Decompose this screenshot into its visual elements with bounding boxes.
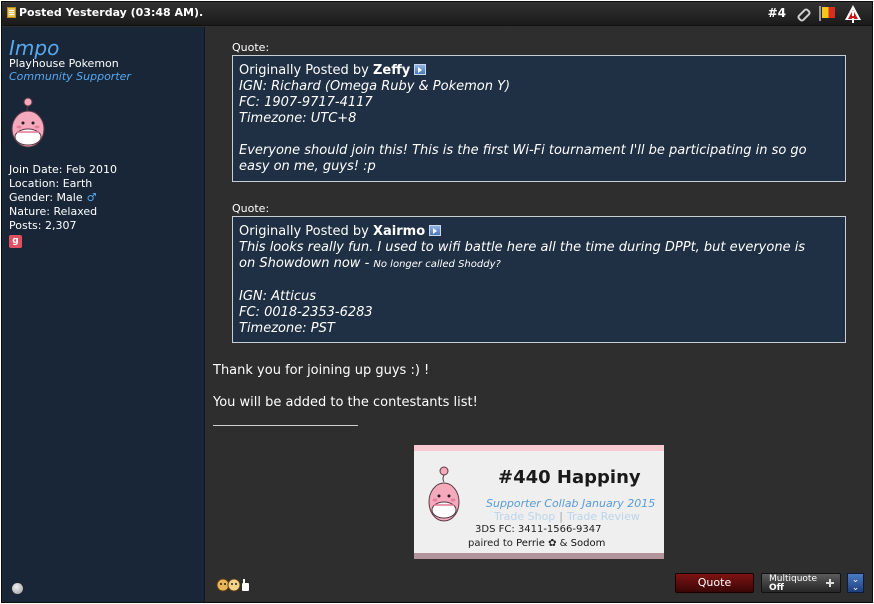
- quote-line-main: on Showdown now -: [239, 256, 374, 271]
- paired-amp: &: [559, 538, 568, 549]
- expand-glyph: ⌄: [851, 583, 860, 593]
- signature-title: #440 Happiny: [498, 467, 641, 488]
- male-icon: ♂: [86, 191, 97, 204]
- quote-line: easy on me, guys! :p: [239, 159, 376, 174]
- arrow-icon[interactable]: [429, 225, 442, 236]
- quote-label: Quote:: [232, 202, 270, 215]
- gplus-row: g: [9, 233, 117, 248]
- post-date: Posted Yesterday (03:48 AM).: [19, 6, 204, 19]
- signature-friend-code: 3DS FC: 3411-1566-9347: [475, 524, 602, 535]
- warning-mark: [852, 11, 854, 16]
- flag-icon[interactable]: [818, 5, 836, 21]
- quote-prefix: Originally Posted by: [239, 63, 369, 78]
- link-icon[interactable]: [795, 6, 809, 20]
- quote-line: FC: 0018-2353-6283: [239, 305, 373, 320]
- post-number-link[interactable]: #4: [768, 6, 786, 20]
- quote-line: Everyone should join this! This is the f…: [239, 143, 807, 158]
- quote-attribution: Originally Posted by Zeffy: [239, 63, 839, 79]
- gender-row: Gender: Male ♂: [9, 191, 117, 205]
- flower-icon: ✿: [548, 538, 557, 549]
- message-line: Thank you for joining up guys :) !: [213, 363, 430, 378]
- avatar[interactable]: [9, 96, 49, 150]
- user-title: Playhouse Pokemon: [9, 57, 119, 70]
- user-rank: Community Supporter: [9, 70, 131, 83]
- paired-prefix: paired to: [468, 538, 513, 549]
- gender: Gender: Male: [9, 191, 83, 204]
- doc-icon: [7, 7, 16, 18]
- link-separator: |: [559, 510, 563, 523]
- post-header: Posted Yesterday (03:48 AM). #4: [2, 2, 872, 26]
- warning-icon[interactable]: [845, 5, 862, 21]
- quote-label: Quote:: [232, 41, 270, 54]
- post-message: Thank you for joining up guys :) ! You w…: [213, 363, 478, 411]
- quote-attribution: Originally Posted by Xairmo: [239, 224, 839, 240]
- paired-name-1: Perrie: [516, 538, 545, 549]
- quote-line: on Showdown now - No longer called Shodd…: [239, 256, 839, 273]
- quote-line: [239, 127, 839, 143]
- join-date: Join Date: Feb 2010: [9, 163, 117, 176]
- post-count: Posts: 2,307: [9, 219, 77, 232]
- quote-box: Originally Posted by Xairmo This looks r…: [232, 216, 846, 343]
- reputation-icon[interactable]: [215, 575, 251, 593]
- message-line: You will be added to the contestants lis…: [213, 395, 478, 410]
- nature: Nature: Relaxed: [9, 205, 98, 218]
- quote-box: Originally Posted by Zeffy IGN: Richard …: [232, 55, 846, 182]
- signature-links: Trade Shop | Trade Review: [494, 510, 640, 523]
- quote-prefix: Originally Posted by: [239, 224, 369, 239]
- quote-line: Timezone: PST: [239, 321, 335, 336]
- quote-author[interactable]: Xairmo: [373, 224, 425, 239]
- quote-line: IGN: Richard (Omega Ruby & Pokemon Y): [239, 79, 511, 94]
- signature-banner: #440 Happiny Supporter Collab January 20…: [414, 445, 664, 559]
- arrow-icon[interactable]: [414, 64, 427, 75]
- post-container: Posted Yesterday (03:48 AM). #4 Impo Pla…: [1, 1, 873, 603]
- quote-button[interactable]: Quote: [675, 573, 754, 593]
- expand-icon[interactable]: ⌄ ⌄: [847, 573, 864, 593]
- gplus-icon[interactable]: g: [9, 235, 22, 248]
- quote-line: This looks really fun. I used to wifi ba…: [239, 240, 806, 255]
- plus-icon: [826, 579, 834, 587]
- trade-review-link[interactable]: Trade Review: [567, 510, 640, 523]
- quote-line: FC: 1907-9717-4117: [239, 95, 373, 110]
- location: Location: Earth: [9, 177, 93, 190]
- trade-shop-link[interactable]: Trade Shop: [494, 510, 555, 523]
- post-content: Quote: Originally Posted by Zeffy IGN: R…: [206, 27, 872, 602]
- signature-collab: Supporter Collab January 2015: [486, 497, 656, 510]
- header-actions: #4: [768, 5, 862, 21]
- multiquote-button[interactable]: Multiquote Off: [761, 573, 841, 593]
- online-status-icon: [12, 583, 23, 594]
- quote-line: [239, 273, 839, 289]
- post-date-wrap: Posted Yesterday (03:48 AM).: [7, 6, 203, 19]
- quote-line: IGN: Atticus: [239, 289, 317, 304]
- signature-paired: paired to Perrie ✿ & Sodom: [468, 538, 605, 549]
- quote-author[interactable]: Zeffy: [373, 63, 410, 78]
- signature-divider: [213, 425, 358, 426]
- quote-line: Timezone: UTC+8: [239, 111, 357, 126]
- paired-name-2: Sodom: [570, 538, 606, 549]
- user-details: Join Date: Feb 2010 Location: Earth Gend…: [9, 163, 117, 248]
- happiny-sprite: [428, 466, 460, 522]
- quote-small-note: No longer called Shoddy?: [373, 259, 501, 270]
- user-sidebar: Impo Playhouse Pokemon Community Support…: [2, 27, 205, 602]
